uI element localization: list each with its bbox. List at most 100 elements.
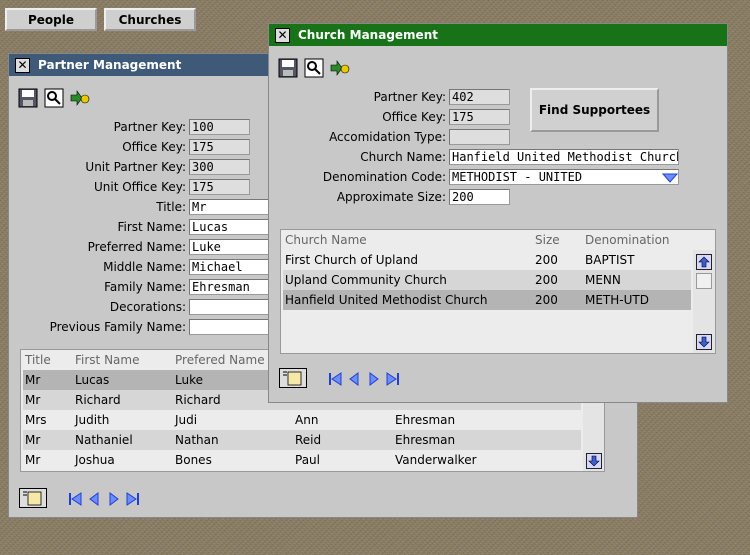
church-management-window: ✕ Church Management Partner Key: 402 Offic…	[268, 23, 728, 403]
last-record-icon[interactable]	[385, 371, 401, 387]
close-icon[interactable]: ✕	[15, 57, 30, 73]
column-header[interactable]: Prefered Name	[175, 353, 265, 367]
table-cell: Ehresman	[395, 433, 456, 447]
field-label: Partner Key:	[373, 90, 446, 104]
field-input[interactable]: 200	[449, 189, 510, 205]
save-icon[interactable]	[18, 88, 38, 108]
field-input[interactable]: 175	[189, 179, 250, 195]
column-header[interactable]: Size	[535, 233, 560, 247]
table-row[interactable]: Mr Joshua Bones Paul Vanderwalker	[23, 450, 581, 470]
find-supportees-button[interactable]: Find Supportees	[530, 88, 659, 132]
table-row[interactable]: Upland Community Church 200 MENN	[283, 270, 691, 290]
table-cell: First Church of Upland	[285, 253, 419, 267]
chevron-down-icon[interactable]	[661, 170, 679, 186]
field-input[interactable]: 175	[189, 139, 250, 155]
field-input[interactable]: 300	[189, 159, 250, 175]
field-label: Preferred Name:	[87, 240, 186, 254]
field-label: Unit Partner Key:	[85, 160, 186, 174]
column-header[interactable]: Denomination	[585, 233, 670, 247]
field-input[interactable]: 100	[189, 119, 250, 135]
table-cell: Ann	[295, 413, 319, 427]
field-label: First Name:	[117, 220, 186, 234]
church-table: Church Name Size Denomination First Chur…	[280, 229, 716, 354]
field-label: Office Key:	[122, 140, 186, 154]
field-label: Decorations:	[109, 300, 186, 314]
table-cell: Judi	[175, 413, 198, 427]
table-cell: Mr	[25, 453, 41, 467]
table-cell: 200	[535, 273, 558, 287]
field-label: Middle Name:	[103, 260, 186, 274]
field-input[interactable]: METHODIST - UNITED	[449, 169, 679, 185]
table-cell: Paul	[295, 453, 320, 467]
table-row[interactable]: Hanfield United Methodist Church 200 METH-…	[283, 290, 691, 310]
field-label: Partner Key:	[113, 120, 186, 134]
table-cell: Vanderwalker	[395, 453, 477, 467]
scroll-up-icon[interactable]	[696, 254, 712, 270]
table-cell: Mrs	[25, 413, 47, 427]
first-record-icon[interactable]	[67, 491, 83, 507]
table-cell: 200	[535, 293, 558, 307]
column-header[interactable]: Church Name	[285, 233, 367, 247]
save-icon[interactable]	[278, 58, 298, 78]
table-cell: Ehresman	[395, 413, 456, 427]
table-row[interactable]: First Church of Upland 200 BAPTIST	[283, 250, 691, 270]
table-cell: 200	[535, 253, 558, 267]
partner-window-title: Partner Management	[38, 58, 182, 72]
last-record-icon[interactable]	[125, 491, 141, 507]
table-cell: Hanfield United Methodist Church	[285, 293, 488, 307]
first-record-icon[interactable]	[327, 371, 343, 387]
table-cell: Richard	[175, 393, 221, 407]
church-window-title: Church Management	[298, 28, 438, 42]
field-input[interactable]: 402	[449, 89, 510, 105]
column-header[interactable]: Title	[25, 353, 51, 367]
table-cell: METH-UTD	[585, 293, 649, 307]
table-cell: Lucas	[75, 373, 110, 387]
people-button[interactable]: People	[5, 8, 97, 31]
new-record-icon[interactable]	[19, 488, 47, 508]
field-input[interactable]	[449, 129, 510, 145]
field-label: Approximate Size:	[336, 190, 446, 204]
table-cell: Richard	[75, 393, 121, 407]
field-input[interactable]: Hanfield United Methodist Church	[449, 149, 679, 165]
field-label: Accomidation Type:	[329, 130, 446, 144]
field-input[interactable]: 175	[449, 109, 510, 125]
table-cell: Luke	[175, 373, 203, 387]
field-label: Denomination Code:	[322, 170, 446, 184]
previous-record-icon[interactable]	[347, 371, 361, 387]
church-window-titlebar[interactable]: ✕ Church Management	[269, 24, 727, 46]
column-header[interactable]: First Name	[75, 353, 139, 367]
goto-icon[interactable]	[330, 58, 350, 78]
scroll-down-icon[interactable]	[696, 334, 712, 350]
church-table-header: Church Name Size Denomination	[281, 230, 715, 250]
table-cell: Joshua	[75, 453, 115, 467]
close-icon[interactable]: ✕	[275, 27, 290, 43]
table-cell: Upland Community Church	[285, 273, 447, 287]
next-record-icon[interactable]	[107, 491, 121, 507]
table-cell: Reid	[295, 433, 322, 447]
table-cell: MENN	[585, 273, 621, 287]
search-icon[interactable]	[44, 88, 64, 108]
table-cell: Mr	[25, 393, 41, 407]
table-cell: Mr	[25, 433, 41, 447]
table-cell: Bones	[175, 453, 212, 467]
next-record-icon[interactable]	[367, 371, 381, 387]
scrollbar-thumb[interactable]	[696, 273, 712, 289]
field-label: Church Name:	[360, 150, 446, 164]
table-cell: Judith	[75, 413, 110, 427]
field-label: Title:	[156, 200, 186, 214]
field-label: Family Name:	[104, 280, 186, 294]
table-cell: Nathan	[175, 433, 219, 447]
scroll-down-icon[interactable]	[586, 453, 602, 469]
table-row[interactable]: Mrs Judith Judi Ann Ehresman	[23, 410, 581, 430]
field-label: Previous Family Name:	[49, 320, 186, 334]
previous-record-icon[interactable]	[87, 491, 101, 507]
vertical-scrollbar[interactable]	[693, 250, 715, 353]
table-cell: BAPTIST	[585, 253, 635, 267]
churches-button[interactable]: Churches	[104, 8, 196, 31]
table-row[interactable]: Mr Nathaniel Nathan Reid Ehresman	[23, 430, 581, 450]
field-label: Office Key:	[382, 110, 446, 124]
search-icon[interactable]	[304, 58, 324, 78]
new-record-icon[interactable]	[279, 368, 307, 388]
table-cell: Mr	[25, 373, 41, 387]
goto-icon[interactable]	[70, 88, 90, 108]
